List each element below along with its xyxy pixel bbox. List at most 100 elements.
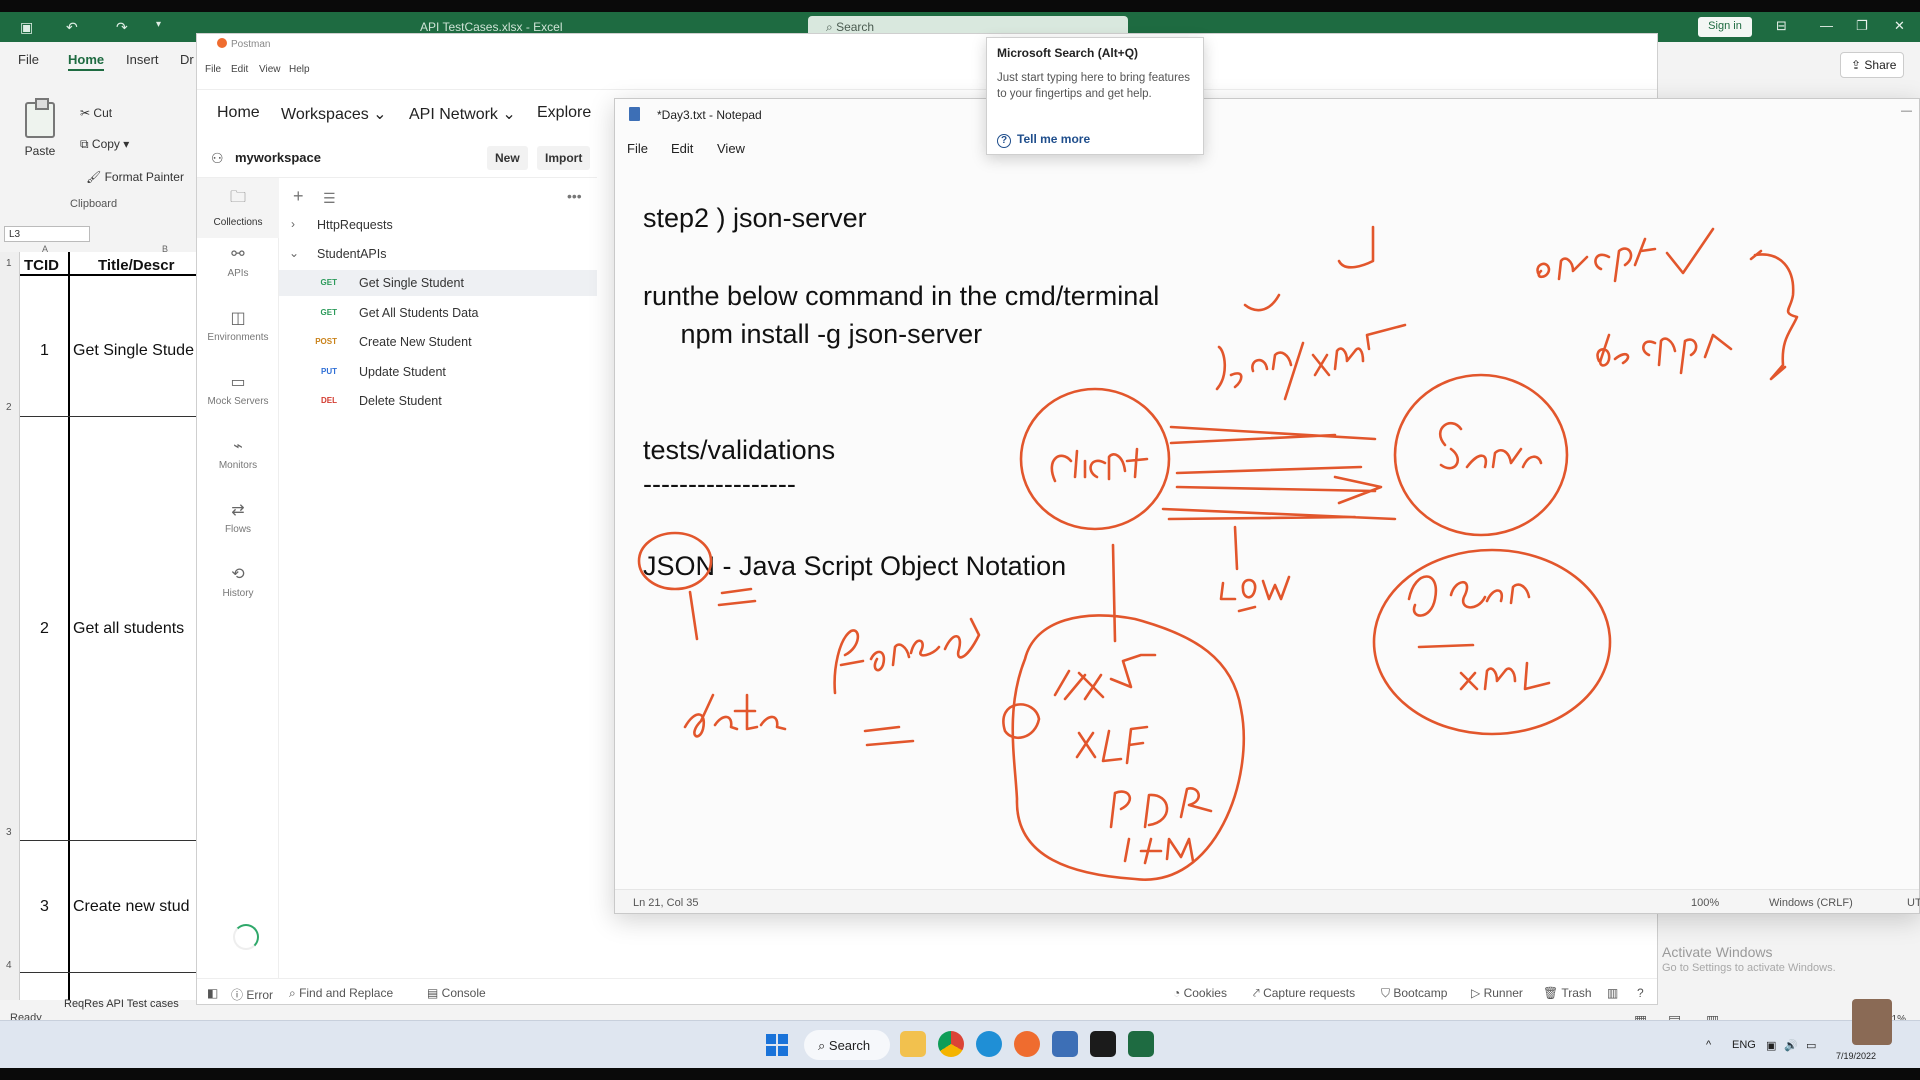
minimize-icon[interactable]: — bbox=[1820, 18, 1833, 33]
chevron-right-icon[interactable]: › bbox=[291, 217, 295, 231]
rail-collections[interactable]: 🗀 Collections bbox=[197, 178, 279, 238]
tell-me-more-link[interactable]: ? Tell me more bbox=[997, 132, 1090, 148]
bootcamp-button[interactable]: ⛉ Bootcamp bbox=[1381, 986, 1447, 1001]
cut-button[interactable]: ✂ Cut bbox=[80, 106, 112, 120]
restore-icon[interactable]: ❐ bbox=[1856, 18, 1868, 34]
request-get-all-students[interactable]: GET Get All Students Data bbox=[279, 300, 597, 326]
new-button[interactable]: New bbox=[487, 146, 528, 170]
find-replace-button[interactable]: ⌕ Find and Replace bbox=[289, 986, 393, 1001]
sign-in-button[interactable]: Sign in bbox=[1698, 17, 1752, 37]
trash-button[interactable]: 🗑 Trash bbox=[1543, 986, 1592, 1000]
row-header[interactable]: 3 bbox=[6, 827, 12, 838]
notepad-taskbar-icon[interactable] bbox=[1052, 1031, 1078, 1057]
show-hidden-icons[interactable]: ^ bbox=[1706, 1039, 1711, 1051]
column-header-b[interactable]: B bbox=[162, 244, 168, 254]
error-button[interactable]: ⓘ Error bbox=[231, 986, 273, 1003]
row-header[interactable]: 4 bbox=[6, 960, 12, 971]
cookies-button[interactable]: ◔ Cookies bbox=[1173, 986, 1227, 1000]
cell-tcid[interactable]: 1 bbox=[40, 342, 49, 360]
network-icon[interactable]: ▣ bbox=[1766, 1039, 1776, 1052]
minimize-icon[interactable]: — bbox=[1901, 105, 1912, 117]
request-create-new-student[interactable]: POST Create New Student bbox=[279, 329, 597, 355]
share-button[interactable]: ⇪ Share bbox=[1840, 52, 1904, 78]
rail-environments[interactable]: ◫ Environments bbox=[197, 308, 279, 343]
postman-menu-view[interactable]: View bbox=[259, 64, 281, 75]
sheet-tab[interactable]: ReqRes API Test cases bbox=[64, 998, 179, 1010]
copy-button[interactable]: ⧉ Copy ▾ bbox=[80, 137, 129, 152]
nav-home[interactable]: Home bbox=[217, 104, 260, 122]
ribbon-display-icon[interactable]: ⊟ bbox=[1776, 18, 1787, 34]
file-explorer-icon[interactable] bbox=[900, 1031, 926, 1057]
two-pane-icon[interactable]: ▥ bbox=[1607, 986, 1618, 1000]
menu-file[interactable]: File bbox=[18, 52, 39, 67]
row-header[interactable]: 2 bbox=[6, 402, 12, 413]
chevron-down-icon[interactable]: ⌄ bbox=[289, 246, 299, 260]
request-update-student[interactable]: PUT Update Student bbox=[279, 359, 597, 385]
header-cell-tcid[interactable]: TCID bbox=[24, 257, 59, 274]
rail-mock-servers[interactable]: ▭ Mock Servers bbox=[197, 372, 279, 407]
input-language[interactable]: ENG bbox=[1732, 1039, 1756, 1051]
postman-menu-help[interactable]: Help bbox=[289, 64, 310, 75]
capture-requests-button[interactable]: ⤤ Capture requests bbox=[1253, 986, 1355, 1001]
header-cell-title[interactable]: Title/Descr bbox=[98, 257, 174, 274]
taskbar-search[interactable]: ⌕ Search bbox=[804, 1030, 890, 1060]
cell-title[interactable]: Create new stud bbox=[73, 898, 190, 916]
import-button[interactable]: Import bbox=[537, 146, 591, 170]
cell-title[interactable]: Get Single Stude bbox=[73, 342, 194, 360]
sidebar-toggle-icon[interactable]: ◧ bbox=[207, 986, 218, 1000]
row-border bbox=[20, 416, 196, 417]
volume-icon[interactable]: 🔊 bbox=[1784, 1039, 1798, 1052]
ink-word-decrypt bbox=[1596, 333, 1733, 375]
save-icon[interactable]: ▣ bbox=[20, 19, 33, 36]
request-get-single-student[interactable]: GET Get Single Student bbox=[279, 270, 597, 296]
workspace-name[interactable]: myworkspace bbox=[235, 150, 321, 165]
nav-explore[interactable]: Explore bbox=[537, 104, 591, 122]
name-box[interactable]: L3 bbox=[4, 226, 90, 242]
postman-taskbar-icon[interactable] bbox=[1014, 1031, 1040, 1057]
rail-monitors[interactable]: ⌁ Monitors bbox=[197, 436, 279, 471]
help-icon[interactable]: ? bbox=[1637, 986, 1644, 1000]
format-painter-button[interactable]: 🖌 Format Painter bbox=[86, 170, 184, 184]
bootcamp-label: Bootcamp bbox=[1393, 986, 1448, 1000]
excel-taskbar-icon[interactable] bbox=[1128, 1031, 1154, 1057]
chrome-icon[interactable] bbox=[938, 1031, 964, 1057]
cell-tcid[interactable]: 3 bbox=[40, 898, 49, 916]
notepad-menu-file[interactable]: File bbox=[627, 141, 648, 156]
collection-httprequests[interactable]: › HttpRequests bbox=[279, 212, 597, 238]
add-icon[interactable]: + bbox=[293, 186, 304, 207]
notepad-menu-view[interactable]: View bbox=[717, 141, 745, 156]
close-icon[interactable]: ✕ bbox=[1894, 18, 1905, 34]
runner-button[interactable]: ▷ Runner bbox=[1471, 986, 1523, 1000]
rail-history[interactable]: ⟲ History bbox=[197, 564, 279, 599]
customize-icon[interactable]: ▾ bbox=[156, 19, 161, 30]
edge-icon[interactable] bbox=[976, 1031, 1002, 1057]
collection-studentapis[interactable]: ⌄ StudentAPIs bbox=[279, 241, 597, 267]
presenter-webcam bbox=[1852, 999, 1892, 1045]
cell-title[interactable]: Get all students bbox=[73, 620, 184, 638]
rail-flows[interactable]: ⇄ Flows bbox=[197, 500, 279, 535]
postman-menu-file[interactable]: File bbox=[205, 64, 221, 75]
menu-draw[interactable]: Dr bbox=[180, 52, 194, 67]
console-button[interactable]: ▤ Console bbox=[427, 986, 486, 1000]
postman-menu-edit[interactable]: Edit bbox=[231, 64, 248, 75]
paste-button[interactable]: Paste bbox=[16, 98, 64, 158]
nav-api-network[interactable]: API Network ⌄ bbox=[409, 104, 516, 124]
nav-workspaces[interactable]: Workspaces ⌄ bbox=[281, 104, 387, 124]
undo-icon[interactable]: ↶ bbox=[66, 19, 78, 36]
battery-icon[interactable]: ▭ bbox=[1806, 1039, 1816, 1052]
taskbar-date[interactable]: 7/19/2022 bbox=[1836, 1051, 1876, 1061]
redo-icon[interactable]: ↷ bbox=[116, 19, 128, 36]
menu-insert[interactable]: Insert bbox=[126, 52, 159, 67]
filter-icon[interactable]: ☰ bbox=[323, 190, 336, 207]
spreadsheet-grid[interactable]: A B 1 2 3 4 TCID Title/Descr 1 Get Singl… bbox=[0, 244, 196, 1000]
menu-home[interactable]: Home bbox=[68, 52, 105, 71]
column-header-a[interactable]: A bbox=[42, 244, 48, 254]
row-header[interactable]: 1 bbox=[6, 258, 12, 269]
start-button[interactable] bbox=[766, 1034, 788, 1056]
rail-apis[interactable]: ⚯ APIs bbox=[197, 244, 279, 279]
notepad-menu-edit[interactable]: Edit bbox=[671, 141, 693, 156]
cell-tcid[interactable]: 2 bbox=[40, 620, 49, 638]
request-delete-student[interactable]: DEL Delete Student bbox=[279, 388, 597, 414]
more-options-icon[interactable]: ••• bbox=[567, 188, 582, 204]
terminal-icon[interactable] bbox=[1090, 1031, 1116, 1057]
